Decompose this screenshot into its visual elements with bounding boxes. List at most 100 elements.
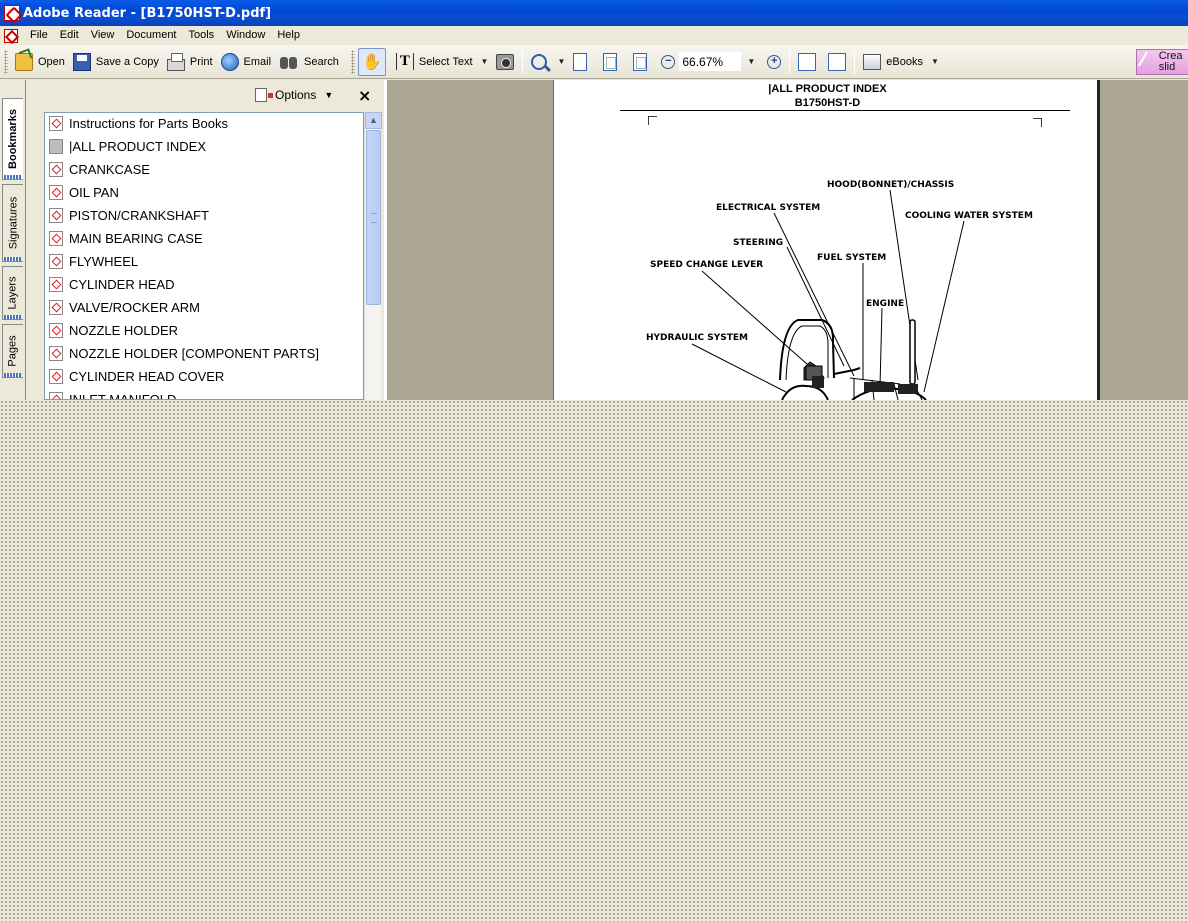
chevron-down-icon[interactable]: ▼ bbox=[931, 57, 939, 66]
bookmark-item[interactable]: FLYWHEEL bbox=[49, 250, 138, 272]
bookmark-item[interactable]: OIL PAN bbox=[49, 181, 119, 203]
open-folder-icon bbox=[15, 52, 33, 71]
menu-view[interactable]: View bbox=[85, 26, 121, 45]
options-icon bbox=[255, 88, 273, 102]
email-button[interactable]: Email bbox=[217, 49, 276, 75]
scroll-up-arrow-icon[interactable]: ▲ bbox=[365, 112, 382, 129]
save-copy-label: Save a Copy bbox=[95, 55, 159, 68]
tab-signatures-label: Signatures bbox=[7, 196, 19, 250]
select-text-button[interactable]: T Select Text ▼ bbox=[392, 49, 493, 75]
close-pane-button[interactable]: × bbox=[358, 86, 371, 105]
bookmark-label: VALVE/ROCKER ARM bbox=[69, 299, 200, 315]
create-slideshow-button[interactable]: Crea slid bbox=[1136, 49, 1188, 75]
bookmark-item[interactable]: Instructions for Parts Books bbox=[49, 113, 228, 134]
tab-bookmarks-label: Bookmarks bbox=[7, 109, 20, 169]
zoom-out-button[interactable]: − bbox=[657, 49, 679, 75]
bookmark-label: NOZZLE HOLDER bbox=[69, 322, 179, 338]
search-button[interactable]: Search bbox=[275, 49, 343, 75]
bookmarks-pane-header: Options ▼ × bbox=[26, 80, 384, 112]
rotate-clockwise-button[interactable] bbox=[794, 49, 820, 75]
title-bar: Adobe Reader - [B1750HST-D.pdf] bbox=[0, 0, 1188, 26]
bookmark-label: INLET MANIFOLD bbox=[69, 391, 177, 400]
toolbar-grip[interactable] bbox=[4, 49, 8, 74]
chevron-down-icon[interactable]: ▼ bbox=[557, 57, 565, 66]
text-cursor-icon: T bbox=[395, 53, 414, 70]
menu-file[interactable]: File bbox=[24, 26, 54, 45]
zoom-in-tool-button[interactable]: ▼ bbox=[527, 49, 569, 75]
actual-size-button[interactable] bbox=[569, 49, 591, 75]
bookmark-label: PISTON/CRANKSHAFT bbox=[69, 207, 209, 223]
bookmark-page-icon bbox=[49, 207, 63, 223]
save-copy-button[interactable]: Save a Copy bbox=[69, 49, 163, 75]
printer-icon bbox=[166, 52, 185, 71]
fit-page-button[interactable] bbox=[599, 49, 621, 75]
bookmark-item[interactable]: MAIN BEARING CASE bbox=[49, 227, 203, 249]
chevron-down-icon[interactable]: ▼ bbox=[481, 57, 489, 66]
menu-tools[interactable]: Tools bbox=[183, 26, 221, 45]
bookmark-label: OIL PAN bbox=[69, 184, 119, 200]
chevron-down-icon: ▼ bbox=[324, 90, 334, 100]
email-globe-icon bbox=[220, 52, 239, 71]
options-menu-button[interactable]: Options ▼ bbox=[255, 88, 333, 102]
bookmark-label: CYLINDER HEAD COVER bbox=[69, 368, 225, 384]
tractor-diagram bbox=[691, 189, 965, 400]
tab-layers[interactable]: Layers bbox=[2, 266, 23, 320]
bookmark-item[interactable]: VALVE/ROCKER ARM bbox=[49, 296, 200, 318]
bookmarks-pane: Options ▼ × Instructions for Parts Books… bbox=[26, 80, 384, 400]
bookmark-item[interactable]: NOZZLE HOLDER bbox=[49, 319, 178, 341]
plus-icon: + bbox=[767, 54, 782, 69]
tab-stripe bbox=[4, 257, 21, 261]
zoom-in-button[interactable]: + bbox=[763, 49, 785, 75]
tab-stripe bbox=[4, 175, 21, 179]
chevron-down-icon[interactable]: ▼ bbox=[747, 57, 755, 66]
menu-help[interactable]: Help bbox=[271, 26, 306, 45]
tab-stripe bbox=[4, 373, 21, 377]
bookmark-label: |ALL PRODUCT INDEX bbox=[69, 138, 207, 154]
snapshot-button[interactable] bbox=[492, 49, 518, 75]
navigation-tabs: Bookmarks Signatures Layers Pages bbox=[0, 80, 26, 400]
binoculars-icon bbox=[279, 53, 299, 71]
print-button[interactable]: Print bbox=[163, 49, 217, 75]
window-title: Adobe Reader - [B1750HST-D.pdf] bbox=[23, 5, 272, 21]
bookmark-item[interactable]: |ALL PRODUCT INDEX bbox=[49, 135, 206, 157]
fit-page-icon bbox=[603, 52, 618, 71]
bookmark-item[interactable]: CRANKCASE bbox=[49, 158, 150, 180]
print-label: Print bbox=[189, 55, 213, 68]
page-icon bbox=[573, 52, 588, 71]
hand-tool-button[interactable]: ✋ bbox=[357, 47, 386, 76]
bookmark-label: MAIN BEARING CASE bbox=[69, 230, 203, 246]
bookmark-item[interactable]: CYLINDER HEAD COVER bbox=[49, 365, 224, 387]
bookmarks-scrollbar[interactable]: ▲ bbox=[364, 112, 382, 400]
toolbar-grip[interactable] bbox=[350, 49, 355, 74]
rotate-counterclockwise-button[interactable] bbox=[824, 49, 850, 75]
ebooks-label: eBooks bbox=[886, 55, 923, 68]
open-button[interactable]: Open bbox=[11, 49, 69, 75]
document-menu-icon[interactable] bbox=[4, 28, 18, 43]
pdf-page[interactable]: |ALL PRODUCT INDEX B1750HST-D HOOD(BONNE… bbox=[553, 80, 1100, 400]
select-text-label: Select Text bbox=[418, 55, 473, 68]
adobe-reader-window: Adobe Reader - [B1750HST-D.pdf] File Edi… bbox=[0, 0, 1188, 400]
bookmark-label: FLYWHEEL bbox=[69, 253, 139, 269]
bookmark-page-icon bbox=[49, 322, 63, 338]
bookmark-item[interactable]: CYLINDER HEAD bbox=[49, 273, 174, 295]
zoom-level-input[interactable]: 66.67% bbox=[679, 52, 742, 71]
tab-signatures[interactable]: Signatures bbox=[2, 184, 23, 262]
bookmark-item[interactable]: INLET MANIFOLD bbox=[49, 388, 177, 400]
bookmark-label: CRANKCASE bbox=[69, 161, 150, 177]
bookmark-item[interactable]: NOZZLE HOLDER [COMPONENT PARTS] bbox=[49, 342, 319, 364]
menu-window[interactable]: Window bbox=[220, 26, 271, 45]
menu-bar: File Edit View Document Tools Window Hel… bbox=[0, 26, 1188, 45]
menu-edit[interactable]: Edit bbox=[54, 26, 85, 45]
tab-pages[interactable]: Pages bbox=[2, 324, 23, 378]
document-view[interactable]: |ALL PRODUCT INDEX B1750HST-D HOOD(BONNE… bbox=[384, 80, 1188, 400]
tab-bookmarks[interactable]: Bookmarks bbox=[2, 98, 23, 180]
menu-document[interactable]: Document bbox=[120, 26, 182, 45]
camera-icon bbox=[496, 53, 515, 70]
bookmark-page-icon bbox=[49, 276, 63, 292]
fit-width-button[interactable] bbox=[629, 49, 651, 75]
scrollbar-thumb[interactable] bbox=[366, 130, 381, 305]
minus-icon: − bbox=[661, 54, 676, 69]
ebooks-button[interactable]: eBooks ▼ bbox=[859, 49, 943, 75]
main-toolbar: Open Save a Copy Print Email Search ✋ T … bbox=[0, 45, 1188, 79]
bookmark-item[interactable]: PISTON/CRANKSHAFT bbox=[49, 204, 209, 226]
